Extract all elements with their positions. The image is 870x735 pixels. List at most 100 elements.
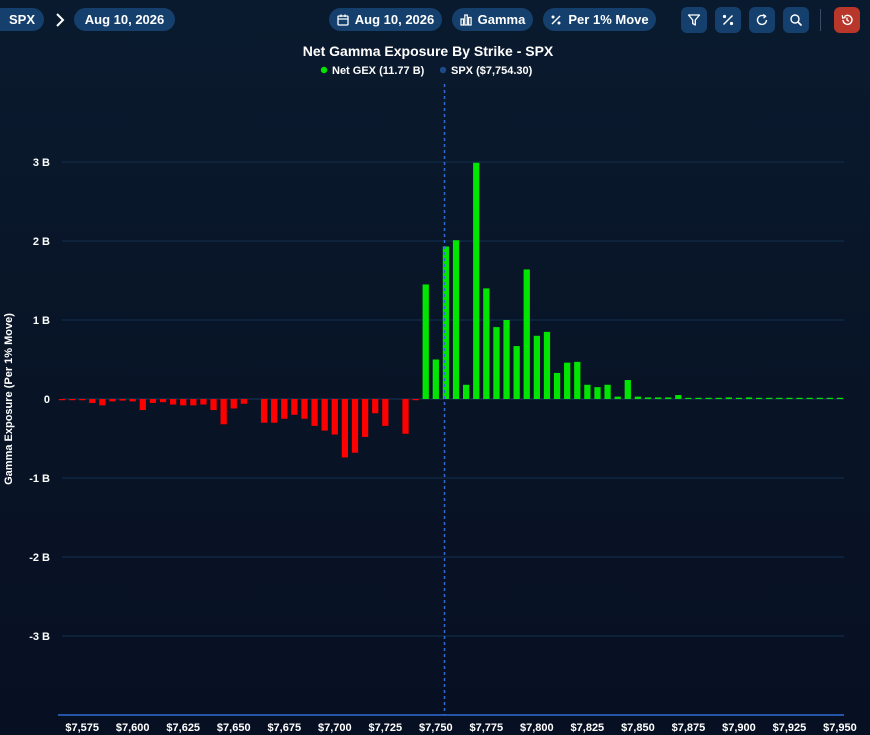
y-tick-label: -3 B <box>29 631 50 643</box>
gex-bar[interactable] <box>109 399 116 402</box>
gex-bar[interactable] <box>119 399 126 401</box>
x-tick-label: $7,750 <box>419 722 453 734</box>
gex-bar[interactable] <box>503 320 510 399</box>
gex-bar[interactable] <box>331 399 338 435</box>
gex-bar[interactable] <box>766 397 773 399</box>
x-tick-label: $7,800 <box>520 722 554 734</box>
gex-bar[interactable] <box>463 384 470 399</box>
gex-bar[interactable] <box>533 335 540 399</box>
gex-bar[interactable] <box>361 399 369 437</box>
x-tick-label: $7,875 <box>672 722 706 734</box>
legend-item-spx[interactable]: SPX ($7,754.30) <box>439 65 533 77</box>
gex-bar[interactable] <box>432 359 439 400</box>
gex-bar[interactable] <box>422 284 429 399</box>
gex-bar[interactable] <box>705 397 712 399</box>
gex-bar[interactable] <box>180 399 187 406</box>
x-tick-label: $7,850 <box>621 722 655 734</box>
gex-bar[interactable] <box>220 399 227 425</box>
gex-bar[interactable] <box>725 397 732 399</box>
gex-bar[interactable] <box>341 399 349 458</box>
legend-label-spx: SPX ($7,754.30) <box>451 65 533 77</box>
gex-bar[interactable] <box>786 397 793 399</box>
x-tick-label: $7,575 <box>65 722 99 734</box>
gex-bar[interactable] <box>129 399 136 402</box>
x-tick-label: $7,700 <box>318 722 352 734</box>
gex-bar[interactable] <box>654 397 662 399</box>
chart-title: Net Gamma Exposure By Strike - SPX <box>303 43 554 59</box>
gex-bar[interactable] <box>604 384 611 399</box>
gex-bar[interactable] <box>372 399 379 414</box>
gex-bar[interactable] <box>260 399 268 423</box>
gex-bar[interactable] <box>685 397 692 399</box>
y-tick-label: 3 B <box>33 157 50 169</box>
gex-bar[interactable] <box>210 399 217 411</box>
y-tick-label: -1 B <box>29 473 50 485</box>
gex-bar[interactable] <box>452 240 460 399</box>
legend-item-net-gex[interactable]: Net GEX (11.77 B) <box>320 65 425 77</box>
x-axis-ticks: $7,575 $7,600 $7,625 $7,650 $7,675 $7,700 $7,7… <box>65 722 856 734</box>
gex-bar[interactable] <box>695 397 702 399</box>
gex-bar[interactable] <box>271 399 278 423</box>
gex-bar[interactable] <box>614 396 621 399</box>
gex-bar[interactable] <box>574 361 581 399</box>
gex-bar[interactable] <box>715 397 722 399</box>
gex-bar[interactable] <box>665 397 672 399</box>
gex-bar[interactable] <box>402 399 409 434</box>
legend: Net GEX (11.77 B) SPX ($7,754.30) <box>320 65 533 77</box>
x-tick-label: $7,900 <box>722 722 756 734</box>
x-tick-label: $7,775 <box>470 722 504 734</box>
gex-bar[interactable] <box>170 399 177 405</box>
gex-bar[interactable] <box>624 380 631 399</box>
gex-bar[interactable] <box>796 397 803 399</box>
gex-bar[interactable] <box>79 399 86 401</box>
gex-bar[interactable] <box>382 399 389 426</box>
gex-bar[interactable] <box>644 397 652 399</box>
gex-bar[interactable] <box>89 399 96 403</box>
gex-bar[interactable] <box>301 399 308 419</box>
gex-bar[interactable] <box>634 396 642 399</box>
gex-bar[interactable] <box>553 372 561 399</box>
y-tick-label: -2 B <box>29 552 50 564</box>
legend-label-net-gex: Net GEX (11.77 B) <box>332 65 425 77</box>
gex-bar[interactable] <box>735 397 743 399</box>
gex-bar[interactable] <box>149 399 157 403</box>
gex-bar[interactable] <box>473 162 480 399</box>
gex-bar[interactable] <box>240 399 247 404</box>
gex-bar[interactable] <box>68 399 76 401</box>
gex-bar[interactable] <box>745 397 753 399</box>
legend-marker-net-gex <box>320 66 328 74</box>
gex-bar[interactable] <box>311 399 318 426</box>
gex-bar[interactable] <box>321 399 328 431</box>
gex-bar[interactable] <box>806 397 813 399</box>
gex-bar[interactable] <box>523 269 530 399</box>
x-tick-label: $7,925 <box>773 722 807 734</box>
x-tick-label: $7,825 <box>571 722 605 734</box>
gex-bar[interactable] <box>281 399 288 419</box>
gex-bar[interactable] <box>58 399 66 401</box>
gex-bar[interactable] <box>594 387 601 399</box>
x-tick-label: $7,625 <box>166 722 200 734</box>
gex-bar[interactable] <box>159 399 167 403</box>
gex-bar[interactable] <box>564 362 571 399</box>
gex-bar[interactable] <box>442 246 450 399</box>
gex-bar[interactable] <box>190 399 197 406</box>
gex-bar[interactable] <box>139 399 146 411</box>
gex-bar[interactable] <box>816 397 823 399</box>
gex-bar[interactable] <box>513 346 520 399</box>
gex-bar[interactable] <box>99 399 106 406</box>
gex-bar[interactable] <box>230 399 237 409</box>
gex-bar[interactable] <box>836 397 844 399</box>
gex-bar[interactable] <box>543 331 551 399</box>
gex-bar[interactable] <box>200 399 207 405</box>
gex-bar[interactable] <box>483 288 490 399</box>
gex-bar[interactable] <box>412 399 419 401</box>
gex-bar[interactable] <box>826 397 833 399</box>
gex-bar[interactable] <box>776 397 783 399</box>
x-tick-label: $7,675 <box>267 722 301 734</box>
gex-bar[interactable] <box>584 384 591 399</box>
gex-bar[interactable] <box>675 395 682 399</box>
gex-bar[interactable] <box>291 399 298 415</box>
gex-bar[interactable] <box>756 397 763 399</box>
gex-bar[interactable] <box>351 399 359 453</box>
gex-bar[interactable] <box>493 327 500 399</box>
